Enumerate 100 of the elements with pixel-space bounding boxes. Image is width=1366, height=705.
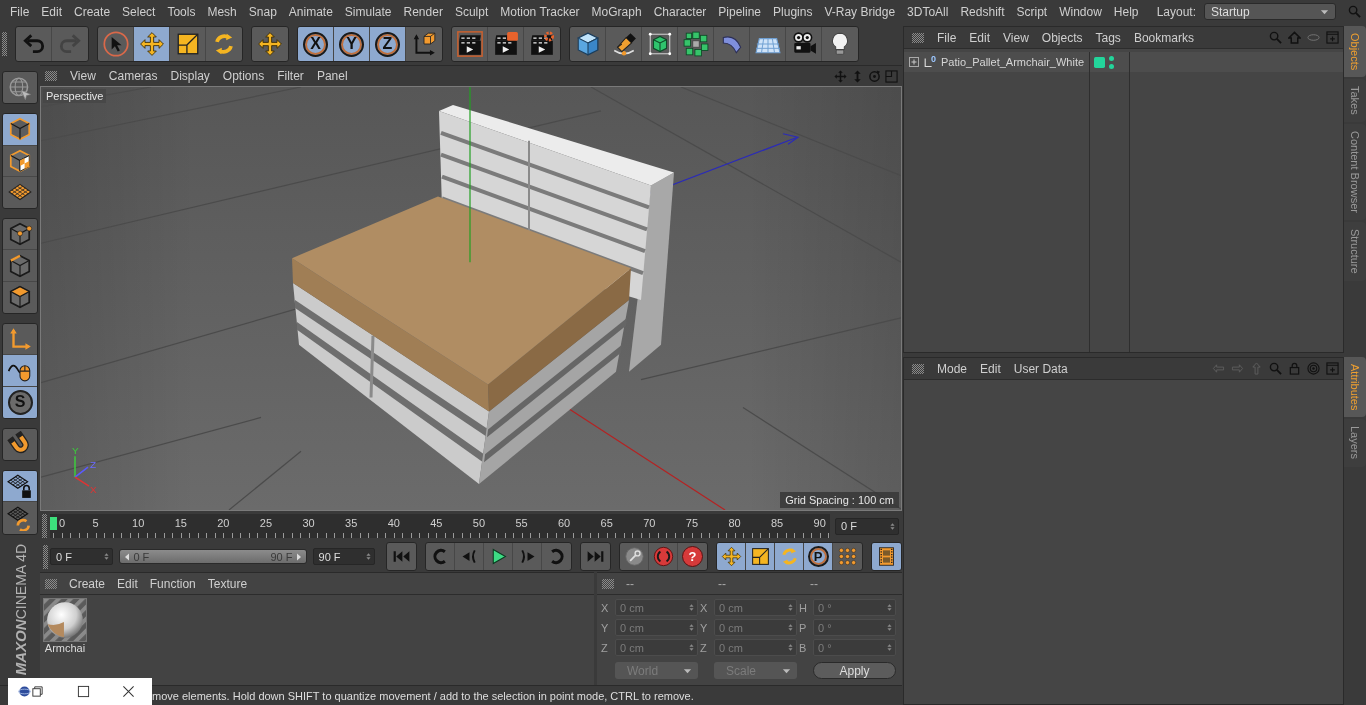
model-mode-button[interactable] xyxy=(3,114,37,146)
menu-item[interactable]: Render xyxy=(403,4,443,19)
film-strip-icon xyxy=(876,546,897,567)
grip-icon[interactable] xyxy=(912,32,924,43)
menu-item[interactable]: Tools xyxy=(167,4,196,19)
axis-lock-button[interactable]: X xyxy=(298,27,334,61)
axis-arrows-icon xyxy=(7,326,33,353)
axis-lock-button[interactable]: Y xyxy=(334,27,370,61)
spinner-arrows-icon[interactable] xyxy=(890,521,895,531)
grip-icon[interactable] xyxy=(43,544,48,569)
visibility-dot-icon[interactable] xyxy=(1109,63,1114,69)
visibility-dot-icon[interactable] xyxy=(1109,55,1114,61)
menu-item[interactable]: File xyxy=(10,4,30,19)
parameter-key-button[interactable]: P xyxy=(804,543,833,570)
menu-item[interactable]: Function xyxy=(149,576,196,591)
close-icon[interactable] xyxy=(122,685,135,698)
viewport[interactable]: Perspective Y Z X Grid Spacing : 100 cm xyxy=(40,86,902,511)
menu-item[interactable]: Help xyxy=(1113,4,1139,19)
scale-tool-button[interactable] xyxy=(746,543,775,570)
menu-item[interactable]: Redshift xyxy=(960,4,1005,19)
grip-icon[interactable] xyxy=(912,363,924,374)
menu-item[interactable]: 3DToAll xyxy=(907,4,949,19)
axis-lock-button[interactable]: Z xyxy=(370,27,406,61)
menu-item[interactable]: Cameras xyxy=(108,69,158,83)
menu-item[interactable]: Edit xyxy=(117,576,138,591)
menu-item[interactable]: Objects xyxy=(1041,30,1083,45)
side-tab[interactable]: Layers xyxy=(1344,419,1366,467)
side-tab[interactable]: Structure xyxy=(1344,222,1366,281)
grip-icon[interactable] xyxy=(2,32,7,56)
grip-icon[interactable] xyxy=(42,514,47,538)
menu-item[interactable]: View xyxy=(1003,30,1029,45)
layout-dropdown[interactable]: Startup xyxy=(1204,3,1336,20)
menu-item[interactable]: Create xyxy=(74,4,111,19)
menu-item[interactable]: Edit xyxy=(969,30,991,45)
menu-item[interactable]: Mesh xyxy=(207,4,237,19)
key-icon xyxy=(623,546,645,567)
object-name[interactable]: Patio_Pallet_Armchair_White xyxy=(941,56,1085,68)
menu-item[interactable]: Display xyxy=(170,69,210,83)
current-frame-field[interactable]: 0 F xyxy=(835,517,899,535)
gizmo-axis-label: Y xyxy=(72,445,79,457)
menu-item[interactable]: Sculpt xyxy=(454,4,489,19)
menu-item[interactable]: Filter xyxy=(277,69,304,83)
menu-item[interactable]: Animate xyxy=(288,4,333,19)
arrow-left-icon[interactable] xyxy=(124,552,131,561)
spinner-arrows-icon[interactable] xyxy=(104,552,110,561)
ruler-label: 85 xyxy=(770,517,784,529)
oval-icon[interactable] xyxy=(1307,31,1320,44)
solo-button[interactable]: S xyxy=(3,386,37,418)
menu-item[interactable]: User Data xyxy=(1013,361,1068,376)
spinner-arrows-icon[interactable] xyxy=(366,552,371,561)
menu-item[interactable]: Pipeline xyxy=(718,4,762,19)
timeline-button[interactable] xyxy=(872,543,901,570)
grip-icon[interactable] xyxy=(602,578,614,589)
side-tab[interactable]: Takes xyxy=(1344,79,1366,123)
menu-item[interactable]: Select xyxy=(122,4,156,19)
menu-item[interactable]: Texture xyxy=(207,576,248,591)
menu-item[interactable]: Edit xyxy=(41,4,63,19)
move-tool-button[interactable] xyxy=(717,543,746,570)
menu-item[interactable]: Snap xyxy=(248,4,277,19)
grip-icon[interactable] xyxy=(45,71,57,81)
menu-item[interactable]: Options xyxy=(222,69,265,83)
menu-item[interactable]: Motion Tracker xyxy=(500,4,580,19)
menu-item[interactable]: Script xyxy=(1016,4,1048,19)
menu-item[interactable]: Create xyxy=(69,576,106,591)
locked-workplane-button[interactable] xyxy=(3,471,37,503)
menu-item[interactable]: Plugins xyxy=(773,4,813,19)
menu-item[interactable]: Panel xyxy=(316,69,348,83)
menu-item[interactable]: MoGraph xyxy=(591,4,642,19)
tweak-mode-button[interactable] xyxy=(3,355,37,387)
expand-toggle-icon[interactable] xyxy=(909,57,919,67)
material-preview-icon[interactable] xyxy=(43,598,87,642)
menu-item[interactable]: Edit xyxy=(980,361,1001,376)
restore-window-icon[interactable] xyxy=(31,685,44,698)
playhead-marker[interactable] xyxy=(50,517,57,530)
move-tool-button[interactable] xyxy=(134,27,170,61)
grip-icon[interactable] xyxy=(45,578,57,589)
object-row[interactable]: 0 Patio_Pallet_Armchair_White xyxy=(904,52,1343,72)
menu-item[interactable]: File xyxy=(937,30,957,45)
armchair-drawing[interactable] xyxy=(292,104,674,485)
menu-item[interactable]: Character xyxy=(653,4,707,19)
layer-color-icon[interactable] xyxy=(1094,56,1105,68)
maximize-window-icon[interactable] xyxy=(77,685,90,698)
menu-item[interactable]: Tags xyxy=(1095,30,1121,45)
axis-label: H xyxy=(799,601,808,614)
material-name[interactable]: Armchai xyxy=(44,642,86,654)
menu-item[interactable]: Bookmarks xyxy=(1133,30,1194,45)
menu-item[interactable]: Window xyxy=(1059,4,1102,19)
end-frame-field[interactable]: 90 F xyxy=(312,548,375,565)
start-frame-field[interactable]: 0 F xyxy=(50,548,114,565)
rotate-tool-button[interactable] xyxy=(775,543,804,570)
timeline-ruler[interactable]: 0 5 10 15 20 25 30 35 40 45 50 55 60 65 70 75 80 85 90 xyxy=(50,514,830,538)
arrow-right-icon[interactable] xyxy=(295,552,302,561)
menu-item[interactable]: Mode xyxy=(937,361,968,376)
clapperboard-gear-icon xyxy=(529,31,555,57)
menu-item[interactable]: View xyxy=(70,69,96,83)
menu-item[interactable]: V-Ray Bridge xyxy=(824,4,896,19)
app-sphere-icon[interactable] xyxy=(18,685,31,698)
side-tab[interactable]: Content Browser xyxy=(1344,124,1366,220)
ruler-label: 50 xyxy=(472,517,486,529)
menu-item[interactable]: Simulate xyxy=(344,4,392,19)
